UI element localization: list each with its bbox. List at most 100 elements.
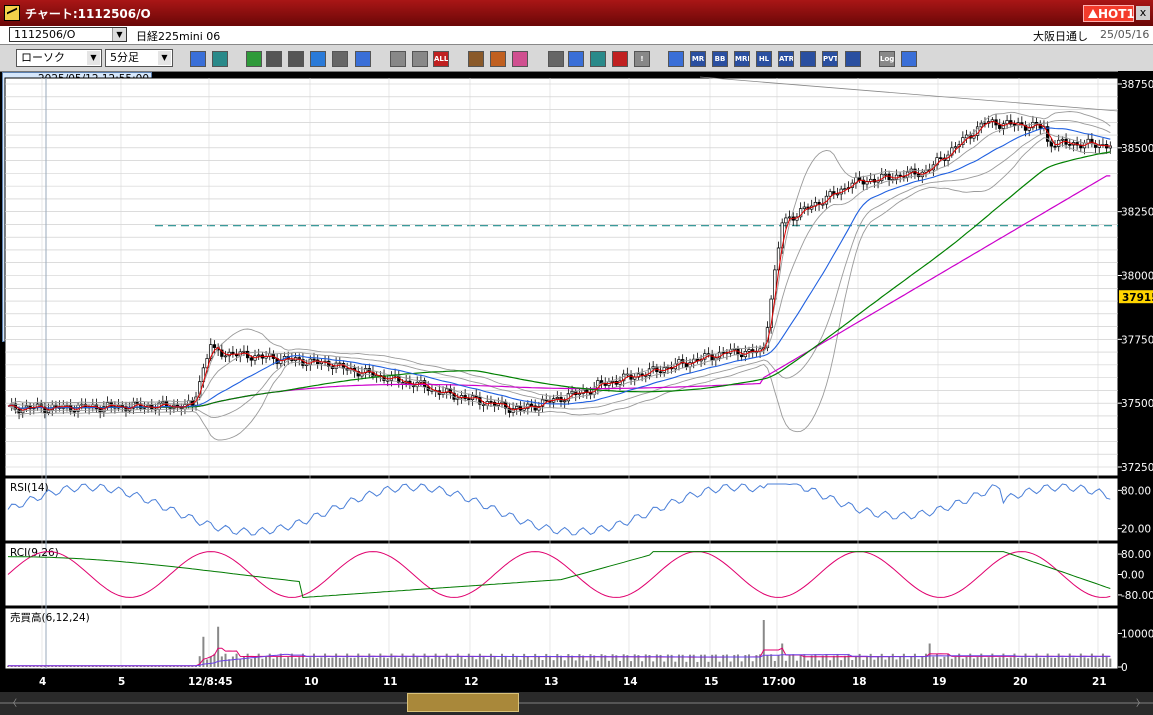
volume-bar [523,653,526,667]
time-axis-label: 13 [544,676,559,688]
box-icon[interactable] [800,51,816,67]
zoom-icon[interactable] [568,51,584,67]
volume-bar [1039,657,1042,667]
scroll-left-icon[interactable]: 〈 [8,696,17,709]
pvt-icon[interactable]: PVT [822,51,838,67]
price-tick-label: 38500 [1121,143,1153,155]
chevron-down-icon[interactable]: ▼ [112,28,126,41]
chevron-down-icon[interactable]: ▼ [158,51,171,65]
trash-icon[interactable] [355,51,371,67]
bar-icon[interactable] [412,51,428,67]
volume-bar [891,653,894,667]
atr-icon[interactable]: ATR [778,51,794,67]
volume-bar [998,657,1001,667]
scroll-thumb[interactable] [407,693,519,712]
volume-bar [493,656,496,667]
hl-icon[interactable]: HL [756,51,772,67]
candle-body [784,217,788,224]
volume-bar [357,653,360,667]
volume-bar [445,653,448,667]
rotate-icon[interactable] [310,51,326,67]
volume-bar [534,653,537,667]
volume-bar [714,654,717,667]
volume-bar [519,659,522,667]
volume-bar [1105,657,1108,667]
select-icon[interactable] [212,51,228,67]
candle-body [1005,120,1009,125]
close-button[interactable]: x [1136,6,1150,20]
chart-type-select[interactable]: ローソク ▼ [16,49,102,67]
window-icon[interactable] [901,51,917,67]
edit-icon[interactable] [266,51,282,67]
volume-bar [1068,653,1071,667]
volume-bar [836,653,839,667]
volume-bar [438,656,441,667]
volume-bar [231,656,234,667]
scroll-right-icon[interactable]: 〉 [1136,696,1145,709]
volume-bar [910,656,913,667]
volume-bar [983,658,986,667]
candle-body [529,403,534,407]
volume-bar [829,660,832,667]
volume-bar [917,659,920,667]
volume-bar [471,656,474,667]
volume-bar [585,660,588,667]
volume-bar [865,656,868,667]
arrow-icon[interactable] [548,51,564,67]
volume-bar [807,660,810,667]
volume-bar [622,654,625,667]
volume-bar [290,653,293,667]
gear-icon[interactable] [468,51,484,67]
exclaim-icon[interactable]: ! [634,51,650,67]
volume-bar [371,657,374,667]
volume-bar [515,656,518,667]
volume-bar [346,653,349,667]
time-axis-label: 12/8:45 [188,676,233,688]
volume-bar [397,658,400,667]
volume-bar [877,656,880,667]
chevron-down-icon[interactable]: ▼ [87,51,100,65]
cursor-icon[interactable] [288,51,304,67]
volume-bar [895,659,898,667]
scroll-track[interactable] [0,702,1153,704]
color-icon[interactable] [512,51,528,67]
rsi-label: RSI(14) [10,482,49,494]
bar-icon[interactable] [390,51,406,67]
chart-icon[interactable] [590,51,606,67]
candle-body [467,398,471,401]
window-title: チャート:1112506/O [25,7,151,21]
volume-bar [1031,657,1034,667]
time-axis-label: 19 [932,676,947,688]
volume-bar [548,655,551,667]
document-icon[interactable] [332,51,348,67]
candle-body [308,358,312,366]
wrench-icon[interactable] [490,51,506,67]
chart-area[interactable]: 38750 38500 38250 38000 37750 37500 37250 37915… [0,71,1153,692]
rci-tick-label: 0.00 [1121,570,1144,582]
symbol-select[interactable]: 1112506/O ▼ [9,27,127,42]
volume-bar [364,657,367,667]
frame-icon[interactable] [845,51,861,67]
bb-icon[interactable]: BB [712,51,728,67]
log-icon[interactable]: Log [879,51,895,67]
scrollbar[interactable]: 〈 〉 [0,692,1153,715]
cross-icon[interactable] [612,51,628,67]
grid-icon[interactable] [668,51,684,67]
time-axis-label: 12 [464,676,479,688]
volume-bar [630,661,633,667]
volume-bar [1109,658,1112,667]
draw-icon[interactable] [246,51,262,67]
interval-select[interactable]: 5分足 ▼ [105,49,173,67]
candle-body [249,357,253,361]
volume-bar [618,660,621,667]
hot-button[interactable]: HOT1 [1083,5,1135,22]
mre-icon[interactable]: MRE [734,51,750,67]
mr-icon[interactable]: MR [690,51,706,67]
volume-bar [408,658,411,667]
volume-bar [453,658,456,667]
search-icon[interactable] [190,51,206,67]
all-icon[interactable]: ALL [433,51,449,67]
volume-bar [482,656,485,667]
volume-tick-label: 10000 [1121,628,1153,640]
volume-bar [427,656,430,667]
